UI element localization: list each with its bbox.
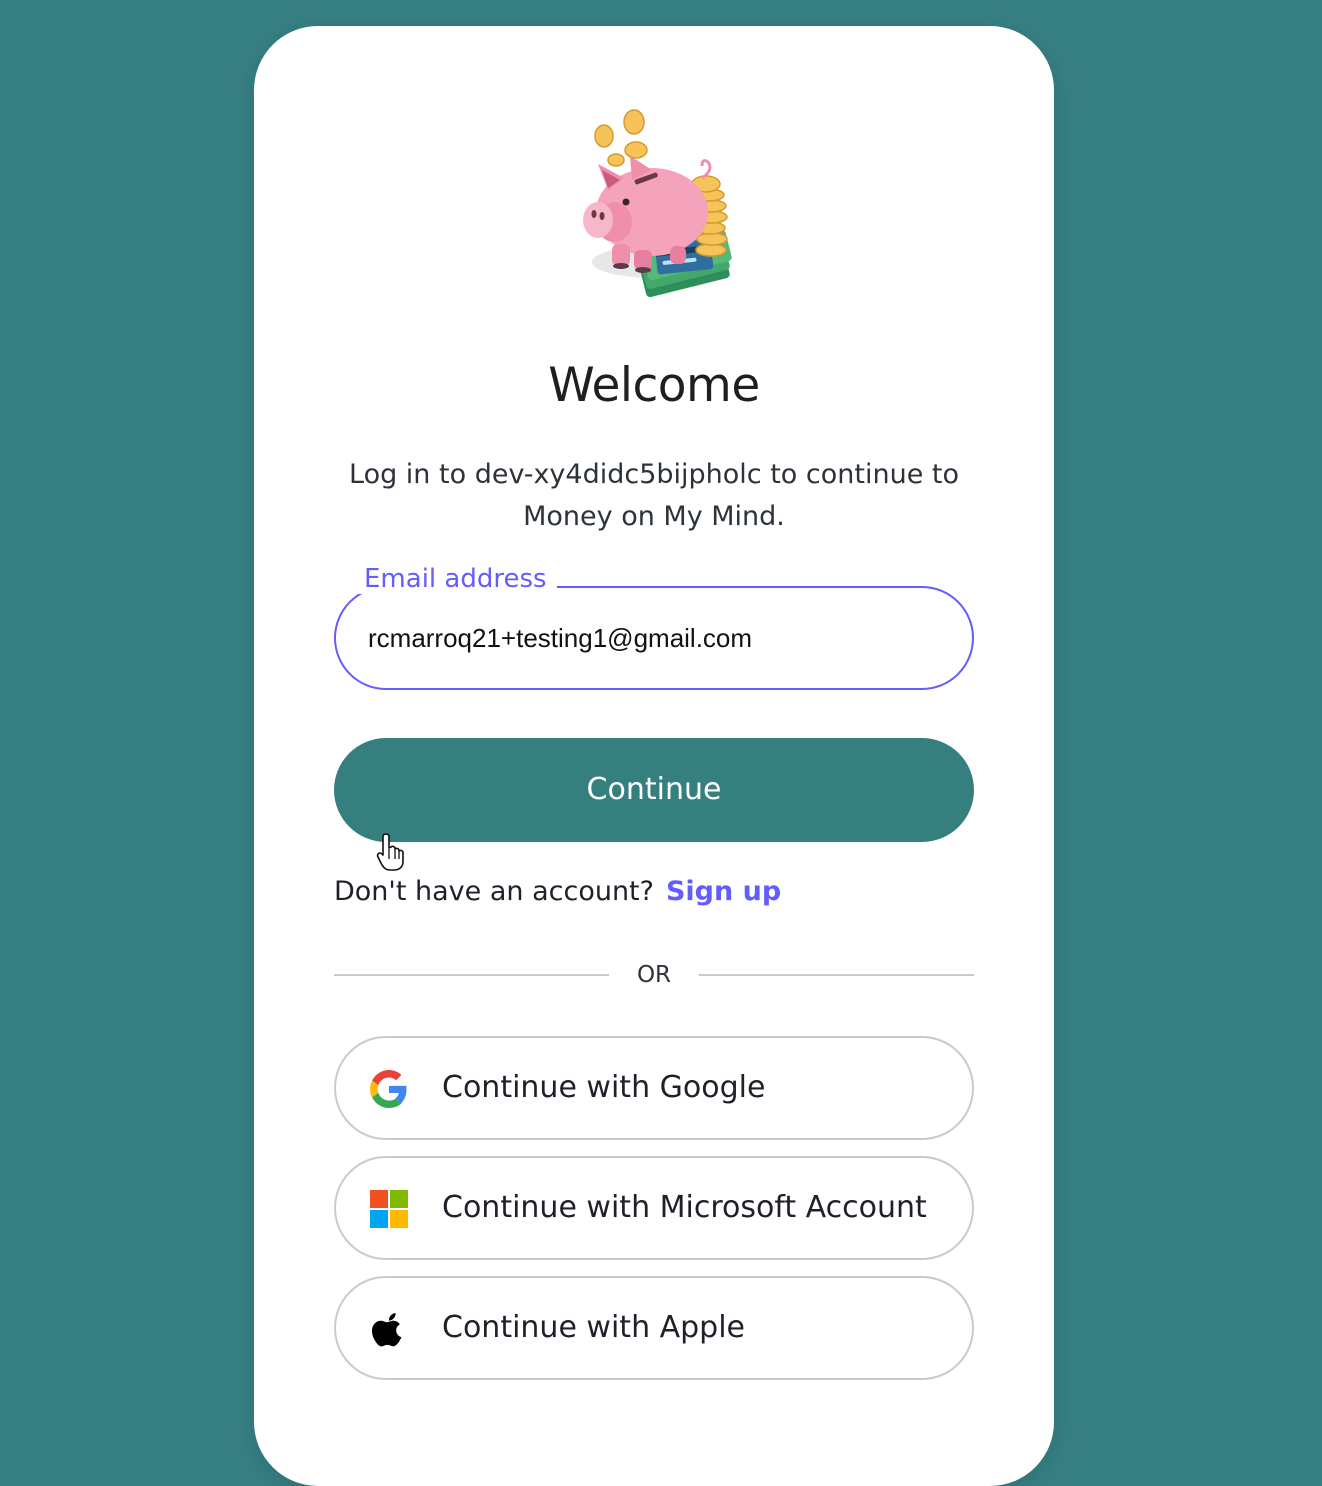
piggy-bank-logo [583,109,732,298]
email-field[interactable]: Email address rcmarroq21+testing1@gmail.… [334,564,974,690]
signup-link[interactable]: Sign up [666,876,781,907]
microsoft-button-label: Continue with Microsoft Account [442,1190,927,1225]
login-card: Welcome Log in to dev-xy4didc5bijpholc t… [254,26,1054,1486]
signup-row: Don't have an account? Sign up [334,876,781,907]
apple-icon [371,1313,402,1347]
signup-prompt: Don't have an account? [334,876,654,907]
continue-with-google-button[interactable]: Continue with Google [334,1036,974,1140]
or-divider: OR [334,956,974,996]
continue-button[interactable]: Continue [334,738,974,842]
google-button-label: Continue with Google [442,1070,766,1105]
divider-line-right [699,974,974,976]
page-subtitle: Log in to dev-xy4didc5bijpholc to contin… [349,459,959,532]
continue-with-microsoft-button[interactable]: Continue with Microsoft Account [334,1156,974,1260]
hand-cursor-icon [376,833,404,871]
page-title: Welcome [548,358,760,413]
google-icon [370,1070,407,1108]
email-input[interactable]: rcmarroq21+testing1@gmail.com [368,586,752,690]
microsoft-icon [370,1190,408,1228]
continue-with-apple-button[interactable]: Continue with Apple [334,1276,974,1380]
apple-button-label: Continue with Apple [442,1310,746,1345]
